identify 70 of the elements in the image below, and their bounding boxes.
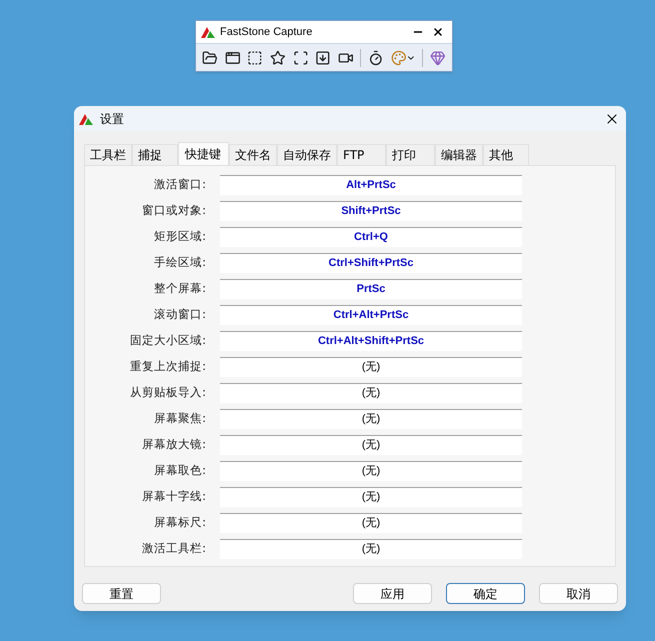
hotkey-value: Ctrl+Alt+PrtSc (333, 308, 409, 324)
hotkey-field[interactable]: (无) (220, 487, 522, 507)
hotkey-label: 屏幕取色: (153, 462, 206, 480)
hotkey-field[interactable]: (无) (220, 513, 522, 533)
gem-icon[interactable] (430, 50, 446, 66)
dashed-rectangle-icon[interactable] (247, 50, 263, 66)
hotkey-value: Ctrl+Alt+Shift+PrtSc (318, 334, 424, 350)
hotkey-label: 屏幕放大镜: (141, 436, 206, 454)
hotkey-value: (无) (362, 542, 380, 558)
hotkey-label: 重复上次捕捉: (129, 358, 206, 376)
hotkey-value: (无) (362, 516, 380, 532)
hotkey-value: (无) (362, 360, 380, 376)
tab[interactable]: 打印 (386, 144, 435, 165)
tab[interactable]: 工具栏 (84, 144, 132, 165)
hotkey-field[interactable]: Ctrl+Alt+Shift+PrtSc (220, 331, 522, 351)
hotkey-field[interactable]: Ctrl+Shift+PrtSc (220, 253, 522, 273)
hotkey-label: 窗口或对象: (141, 202, 206, 220)
hotkey-value: Ctrl+Shift+PrtSc (328, 256, 414, 272)
hotkey-label: 矩形区域: (153, 228, 206, 246)
hotkey-field[interactable]: (无) (220, 357, 522, 377)
hotkey-field[interactable]: Ctrl+Alt+PrtSc (220, 305, 522, 325)
tab[interactable]: FTP (337, 144, 386, 165)
hotkey-label: 滚动窗口: (153, 306, 206, 324)
hotkey-field[interactable]: Shift+PrtSc (220, 201, 522, 221)
tab[interactable]: 其他 (483, 144, 529, 165)
tab[interactable]: 捕捉 (132, 144, 178, 165)
dialog-button[interactable]: 取消 (539, 583, 618, 604)
hotkey-value: Alt+PrtSc (346, 178, 396, 194)
dialog-button[interactable]: 确定 (446, 583, 525, 604)
hotkey-value: (无) (362, 464, 380, 480)
fullscreen-icon[interactable] (292, 50, 308, 66)
window-title: FastStone Capture (220, 24, 312, 40)
hotkey-label: 激活窗口: (153, 176, 206, 194)
window-icon[interactable] (224, 50, 240, 66)
dialog-button[interactable]: 重置 (82, 583, 161, 604)
hotkey-label: 固定大小区域: (129, 332, 206, 350)
hotkey-label: 屏幕聚焦: (153, 410, 206, 428)
star-icon[interactable] (270, 50, 286, 66)
hotkey-value: (无) (362, 438, 380, 454)
hotkey-value: (无) (362, 412, 380, 428)
tab[interactable]: 文件名 (229, 144, 277, 165)
hotkey-field[interactable]: PrtSc (220, 279, 522, 299)
app-logo-icon (200, 25, 216, 39)
hotkey-value: Ctrl+Q (354, 230, 388, 246)
hotkey-field[interactable]: (无) (220, 539, 522, 559)
hotkey-field[interactable]: Alt+PrtSc (220, 175, 522, 195)
dialog-button[interactable]: 应用 (353, 583, 432, 604)
folder-icon[interactable] (202, 50, 218, 66)
hotkey-value: Shift+PrtSc (341, 204, 401, 220)
timer-icon[interactable] (368, 50, 384, 66)
hotkey-label: 屏幕标尺: (153, 514, 206, 532)
hotkey-field[interactable]: (无) (220, 383, 522, 403)
hotkey-label: 手绘区域: (153, 254, 206, 272)
hotkey-value: PrtSc (356, 282, 386, 298)
hotkey-label: 从剪贴板导入: (129, 384, 206, 402)
app-logo-icon (78, 112, 94, 126)
hotkey-field[interactable]: (无) (220, 409, 522, 429)
close-icon[interactable] (432, 26, 444, 38)
hotkey-field[interactable]: (无) (220, 461, 522, 481)
hotkey-value: (无) (362, 490, 380, 506)
hotkey-label: 整个屏幕: (153, 280, 206, 298)
hotkey-value: (无) (362, 386, 380, 402)
hotkey-field[interactable]: Ctrl+Q (220, 227, 522, 247)
tab[interactable]: 编辑器 (435, 144, 483, 165)
tab[interactable]: 快捷键 (178, 142, 229, 165)
hotkey-field[interactable]: (无) (220, 435, 522, 455)
dialog-title: 设置 (100, 111, 124, 128)
hotkey-label: 屏幕十字线: (141, 488, 206, 506)
tab[interactable]: 自动保存 (277, 144, 337, 165)
hotkey-label: 激活工具栏: (141, 540, 206, 558)
